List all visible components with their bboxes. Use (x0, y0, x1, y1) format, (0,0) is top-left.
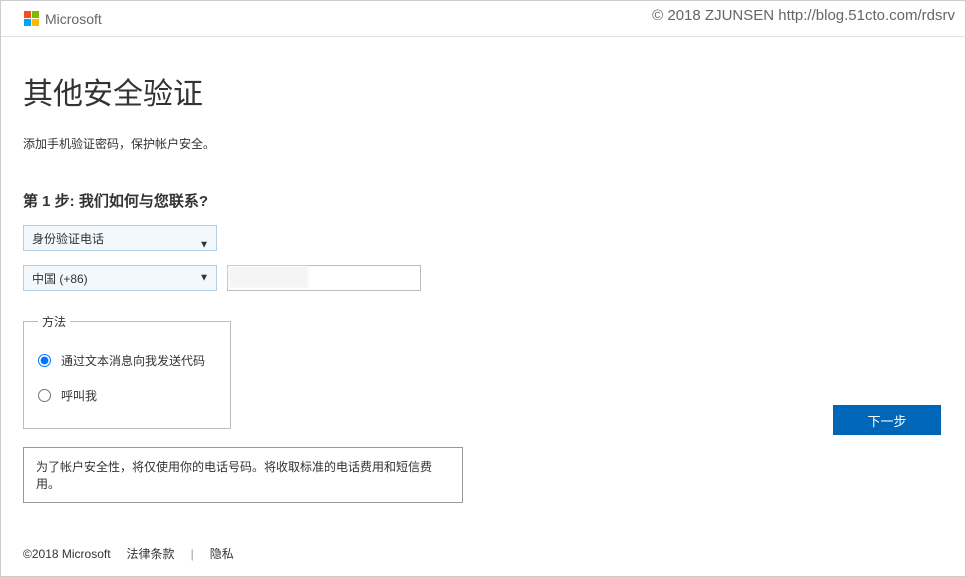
notice-box: 为了帐户安全性，将仅使用你的电话号码。将收取标准的电话费用和短信费用。 (23, 447, 463, 503)
method-option-sms[interactable]: 通过文本消息向我发送代码 (38, 352, 216, 369)
method-legend: 方法 (38, 313, 70, 330)
redacted-overlay (228, 266, 308, 288)
main-content: 其他安全验证 添加手机验证密码，保护帐户安全。 第 1 步: 我们如何与您联系?… (1, 37, 965, 429)
country-code-select[interactable]: 中国 (+86) (23, 265, 217, 291)
next-button[interactable]: 下一步 (833, 405, 941, 435)
call-radio[interactable] (38, 389, 51, 402)
sms-radio[interactable] (38, 354, 51, 367)
watermark-text: © 2018 ZJUNSEN http://blog.51cto.com/rds… (652, 7, 955, 24)
microsoft-logo-icon (23, 11, 39, 27)
method-fieldset: 方法 通过文本消息向我发送代码 呼叫我 (23, 313, 231, 429)
step-title: 第 1 步: 我们如何与您联系? (23, 190, 943, 211)
call-radio-label: 呼叫我 (61, 387, 97, 404)
brand-text: Microsoft (45, 11, 102, 27)
contact-method-select[interactable]: 身份验证电话 (23, 225, 217, 251)
sms-radio-label: 通过文本消息向我发送代码 (61, 352, 205, 369)
page-title: 其他安全验证 (23, 69, 943, 113)
footer: ©2018 Microsoft 法律条款 | 隐私 (23, 545, 234, 562)
contact-method-value: 身份验证电话 (32, 230, 104, 247)
footer-divider: | (191, 547, 194, 561)
method-option-call[interactable]: 呼叫我 (38, 387, 216, 404)
footer-copyright: ©2018 Microsoft (23, 547, 111, 561)
country-code-value: 中国 (+86) (32, 270, 88, 287)
page-subtitle: 添加手机验证密码，保护帐户安全。 (23, 135, 943, 152)
footer-privacy-link[interactable]: 隐私 (210, 545, 234, 562)
footer-legal-link[interactable]: 法律条款 (127, 545, 175, 562)
